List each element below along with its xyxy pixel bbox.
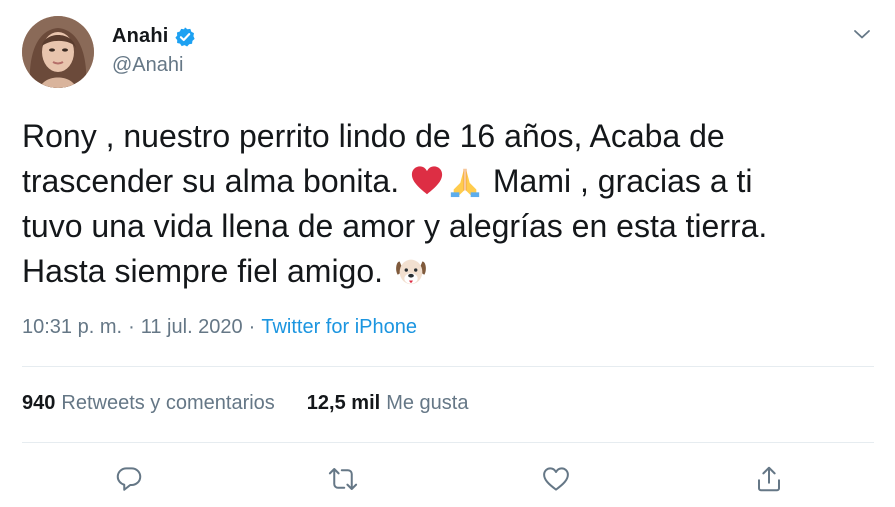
retweets-count[interactable]: 940 (22, 392, 55, 415)
tweet-line-2a: trascender su alma bonita. (22, 163, 408, 199)
tweet-source-link[interactable]: Twitter for iPhone (261, 316, 417, 339)
verified-badge-icon (174, 26, 195, 47)
tweet-line-3: tuvo una vida llena de amor y alegrías e… (22, 208, 768, 244)
reply-button[interactable] (111, 461, 147, 497)
tweet-text: Rony , nuestro perrito lindo de 16 años,… (22, 114, 872, 294)
more-options-caret-icon[interactable] (850, 22, 874, 46)
dog-face-emoji-icon (394, 254, 428, 288)
tweet-line-4: Hasta siempre fiel amigo. (22, 253, 392, 289)
likes-count[interactable]: 12,5 mil (307, 392, 380, 415)
likes-label[interactable]: Me gusta (386, 392, 468, 415)
tweet-stats: 940 Retweets y comentarios 12,5 mil Me g… (22, 392, 468, 415)
like-icon (543, 467, 569, 491)
reply-icon (116, 467, 142, 491)
tweet-meta: 10:31 p. m. · 11 jul. 2020 · Twitter for… (22, 316, 417, 339)
tweet-card: Anahi @Anahi Rony , nuestro perrito lind… (0, 0, 895, 507)
avatar-image (22, 16, 94, 88)
share-button[interactable] (751, 461, 787, 497)
red-heart-emoji-icon (410, 164, 444, 198)
meta-separator: · (128, 316, 135, 338)
divider (22, 366, 874, 367)
retweet-button[interactable] (325, 461, 361, 497)
avatar[interactable] (22, 16, 94, 88)
user-handle[interactable]: @Anahi (112, 54, 183, 77)
retweets-label[interactable]: Retweets y comentarios (61, 392, 274, 415)
name-row: Anahi (112, 25, 196, 48)
folded-hands-emoji-icon (448, 164, 482, 198)
tweet-time[interactable]: 10:31 p. m. (22, 316, 122, 339)
display-name[interactable]: Anahi (112, 25, 169, 48)
tweet-line-1: Rony , nuestro perrito lindo de 16 años,… (22, 118, 725, 154)
share-icon (758, 466, 780, 492)
tweet-line-2b: Mami , gracias a ti (483, 163, 753, 199)
like-button[interactable] (538, 461, 574, 497)
tweet-date[interactable]: 11 jul. 2020 (141, 316, 243, 339)
divider (22, 442, 874, 443)
retweet-icon (328, 468, 358, 490)
meta-separator: · (248, 316, 256, 338)
tweet-actions (0, 455, 895, 503)
